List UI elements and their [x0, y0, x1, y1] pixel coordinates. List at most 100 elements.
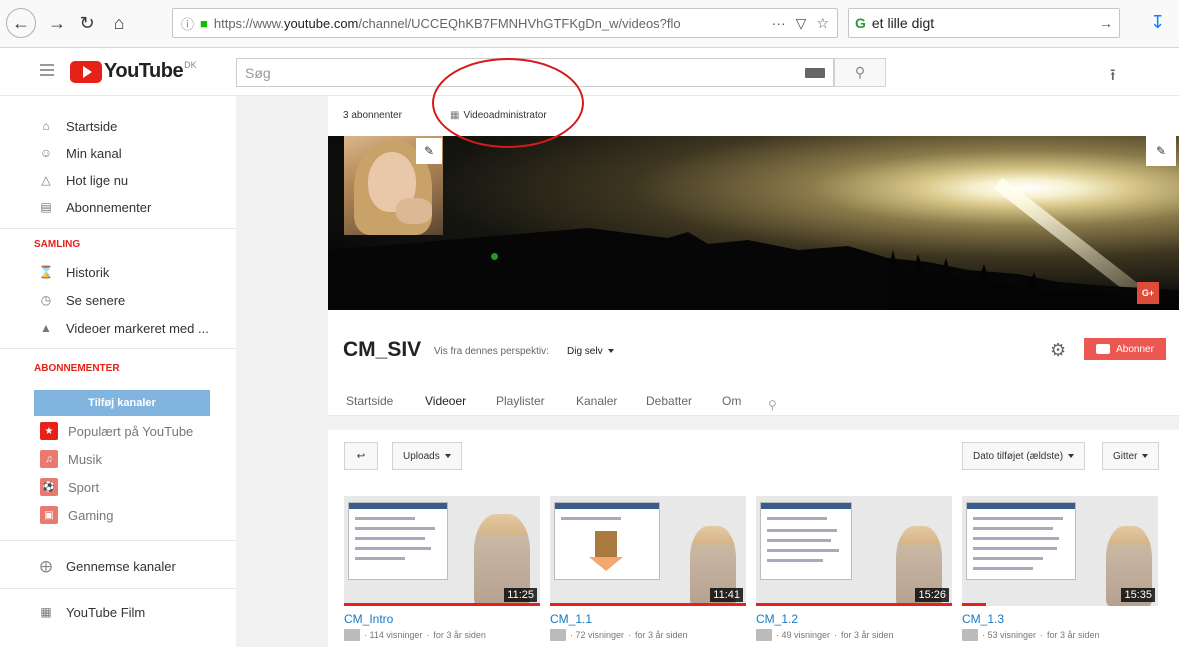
bookmark-star-icon[interactable]: ☆: [816, 15, 829, 32]
tab-home[interactable]: Startside: [346, 394, 393, 408]
sidebar-item-gaming[interactable]: ▣ Gaming: [40, 506, 114, 524]
video-duration: 11:41: [710, 588, 743, 602]
tab-playlists[interactable]: Playlister: [496, 394, 545, 408]
video-meta: · 72 visninger · for 3 år siden: [550, 629, 746, 641]
search-button[interactable]: ⚲: [834, 58, 886, 87]
plus-circle-icon: ⨁: [40, 559, 52, 573]
tab-channels[interactable]: Kanaler: [576, 394, 617, 408]
watched-progress: [344, 603, 540, 606]
upload-icon[interactable]: ⭱: [1110, 64, 1116, 91]
download-icon[interactable]: ↧: [1150, 12, 1165, 33]
tab-about[interactable]: Om: [722, 394, 741, 408]
section-gap: [328, 416, 1179, 430]
home-button[interactable]: ⌂: [106, 10, 132, 36]
share-back-button[interactable]: ↩: [344, 442, 378, 470]
search-icon[interactable]: ⚲: [768, 398, 777, 412]
add-channels-button[interactable]: Tilføj kanaler: [34, 390, 210, 416]
sidebar-item-music[interactable]: ♫ Musik: [40, 450, 102, 468]
pocket-icon[interactable]: ▽: [796, 15, 807, 32]
perspective-select[interactable]: Dig selv: [567, 346, 614, 357]
browser-search-bar[interactable]: G et lille digt →: [848, 8, 1120, 38]
film-icon: ▦: [40, 605, 52, 619]
channel-thumb-icon: [344, 629, 360, 641]
video-manager-link[interactable]: ▦ Videoadministrator: [450, 110, 547, 121]
video-duration: 15:35: [1121, 588, 1155, 602]
sidebar-item-liked-videos[interactable]: ▲ Videoer markeret med ...: [38, 318, 209, 338]
video-thumbnail[interactable]: 11:25: [344, 496, 540, 606]
video-duration: 11:25: [504, 588, 537, 602]
video-title[interactable]: CM_Intro: [344, 612, 540, 626]
tab-videos[interactable]: Videoer: [425, 394, 466, 408]
edit-avatar-pencil-icon[interactable]: ✎: [416, 138, 442, 164]
sidebar-item-youtube-film[interactable]: ▦ YouTube Film: [38, 602, 145, 622]
video-thumbnail[interactable]: 11:41: [550, 496, 746, 606]
browser-search-value[interactable]: et lille digt: [872, 15, 1099, 31]
tab-discussion[interactable]: Debatter: [646, 394, 692, 408]
sidebar-item-popular[interactable]: ★ Populært på YouTube: [40, 422, 193, 440]
reload-button[interactable]: ↻: [74, 10, 100, 36]
video-card[interactable]: 15:35 CM_1.3 · 53 visninger · for 3 år sid…: [962, 496, 1158, 641]
video-thumbnail[interactable]: 15:35: [962, 496, 1158, 606]
video-title[interactable]: CM_1.2: [756, 612, 952, 626]
video-title[interactable]: CM_1.1: [550, 612, 746, 626]
forward-button[interactable]: →: [44, 10, 70, 36]
sidebar-item-browse-channels[interactable]: ⨁ Gennemse kanaler: [38, 556, 176, 576]
video-card[interactable]: 15:26 CM_1.2 · 49 visninger · for 3 år sid…: [756, 496, 952, 641]
hourglass-icon: ⌛: [38, 265, 54, 279]
sort-dropdown[interactable]: Dato tilføjet (ældste): [962, 442, 1086, 470]
keyboard-icon[interactable]: [805, 67, 825, 78]
back-button[interactable]: ←: [6, 8, 36, 38]
sidebar-divider: [0, 588, 236, 589]
sidebar-item-sport[interactable]: ⚽ Sport: [40, 478, 99, 496]
url-bar[interactable]: ⓘ ■ https://www.youtube.com/channel/UCCE…: [172, 8, 838, 38]
sidebar-item-history[interactable]: ⌛ Historik: [38, 262, 110, 282]
sidebar-item-home[interactable]: ⌂ Startside: [38, 116, 117, 136]
youtube-masthead: YouTube DK Søg ⚲ ⭱: [0, 48, 1179, 96]
video-card[interactable]: 11:41 CM_1.1 · 72 visninger · for 3 år sid…: [550, 496, 746, 641]
video-meta: · 53 visninger · for 3 år siden: [962, 629, 1158, 641]
video-grid: 11:25 CM_Intro · 114 visninger · for 3 år …: [328, 490, 1179, 647]
reload-icon: ↻: [79, 12, 95, 33]
subscribe-button[interactable]: Abonner: [1084, 338, 1166, 360]
subscriptions-heading: ABONNEMENTER: [34, 363, 120, 374]
youtube-logo[interactable]: YouTube DK: [70, 60, 197, 83]
sidebar-item-watch-later[interactable]: ◷ Se senere: [38, 290, 126, 310]
subscriptions-icon: ▤: [40, 200, 52, 214]
page-actions-icon[interactable]: ···: [772, 15, 786, 32]
library-heading: SAMLING: [34, 239, 81, 250]
info-icon[interactable]: ⓘ: [181, 14, 194, 33]
sidebar-item-my-channel[interactable]: ☺ Min kanal: [38, 143, 122, 163]
url-text[interactable]: https://www.youtube.com/channel/UCCEQhKB…: [214, 16, 764, 31]
ball-icon: ⚽: [40, 478, 58, 496]
sidebar-item-trending[interactable]: △ Hot lige nu: [38, 170, 128, 190]
sidebar-divider: [0, 228, 236, 229]
uploads-dropdown[interactable]: Uploads: [392, 442, 462, 470]
video-meta: · 114 visninger · for 3 år siden: [344, 629, 540, 641]
youtube-play-icon: [70, 60, 102, 83]
clock-icon: ◷: [40, 293, 52, 307]
arrow-back-icon: ↩: [356, 450, 366, 462]
video-title[interactable]: CM_1.3: [962, 612, 1158, 626]
search-go-icon[interactable]: →: [1099, 15, 1113, 31]
gear-icon[interactable]: ⚙: [1050, 340, 1066, 361]
sidebar-item-subscriptions[interactable]: ▤ Abonnementer: [38, 197, 151, 217]
channel-header: CM_SIV Vis fra dennes perspektiv: Dig se…: [328, 310, 1179, 416]
video-card[interactable]: 11:25 CM_Intro · 114 visninger · for 3 år …: [344, 496, 540, 641]
youtube-small-icon: [1096, 344, 1111, 354]
lock-icon[interactable]: ■: [200, 16, 208, 31]
logo-text: YouTube: [104, 60, 184, 82]
flame-icon: △: [41, 173, 51, 187]
green-dot: [491, 253, 498, 260]
video-thumbnail[interactable]: 15:26: [756, 496, 952, 606]
search-input[interactable]: Søg: [236, 58, 834, 87]
channel-thumb-icon: [550, 629, 566, 641]
edit-banner-pencil-icon[interactable]: ✎: [1146, 136, 1176, 166]
video-manager-icon: ▦: [450, 110, 460, 121]
channel-topbar: 3 abonnenter ▦ Videoadministrator: [328, 96, 1179, 136]
google-plus-icon[interactable]: G+: [1137, 282, 1159, 304]
person-icon: ☺: [39, 146, 53, 160]
region-label: DK: [184, 60, 197, 70]
menu-icon[interactable]: [40, 64, 54, 76]
home-icon: ⌂: [42, 119, 50, 133]
view-mode-dropdown[interactable]: Gitter: [1102, 442, 1160, 470]
